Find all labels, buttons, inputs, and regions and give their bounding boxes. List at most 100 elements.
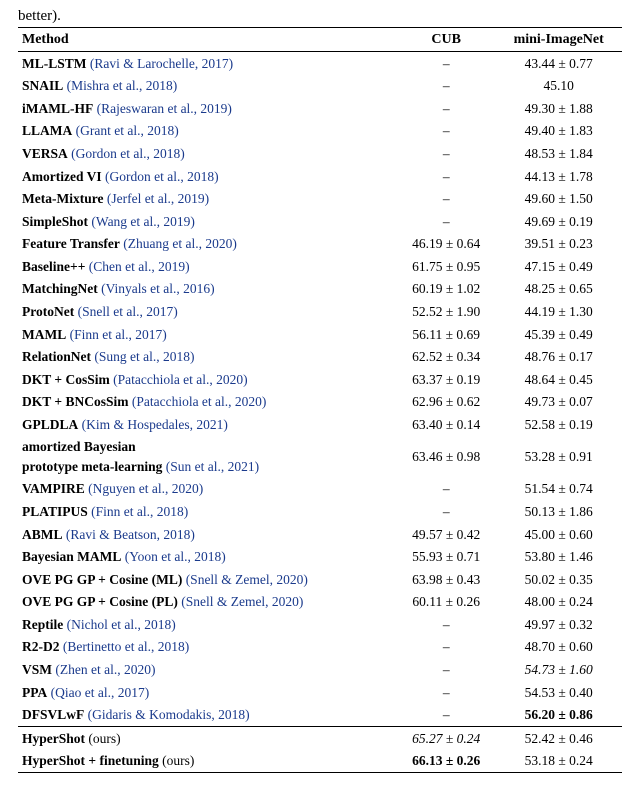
citation: (Ravi & Beatson, 2018) (66, 527, 195, 542)
method-cell: Amortized VI (Gordon et al., 2018) (18, 165, 397, 188)
citation: (Mishra et al., 2018) (67, 78, 178, 93)
citation: (Gordon et al., 2018) (71, 146, 185, 161)
table-row: Feature Transfer (Zhuang et al., 2020)46… (18, 233, 622, 256)
value-cell: 60.11 ± 0.26 (397, 591, 495, 614)
citation: (Gordon et al., 2018) (105, 169, 219, 184)
col-mini: mini-ImageNet (495, 28, 622, 52)
value-cell: 56.20 ± 0.86 (495, 704, 622, 727)
value-cell: 49.69 ± 0.19 (495, 210, 622, 233)
method-cell: RelationNet (Sung et al., 2018) (18, 346, 397, 369)
value-cell: – (397, 97, 495, 120)
col-method: Method (18, 28, 397, 52)
table-row: SNAIL (Mishra et al., 2018)–45.10 (18, 75, 622, 98)
value-cell: 62.96 ± 0.62 (397, 391, 495, 414)
table-row: LLAMA (Grant et al., 2018)–49.40 ± 1.83 (18, 120, 622, 143)
citation: (Rajeswaran et al., 2019) (97, 101, 232, 116)
value-cell: – (397, 188, 495, 211)
citation: (Finn et al., 2017) (70, 327, 167, 342)
value-cell: 48.25 ± 0.65 (495, 278, 622, 301)
value-cell: 44.19 ± 1.30 (495, 300, 622, 323)
table-row: OVE PG GP + Cosine (ML) (Snell & Zemel, … (18, 568, 622, 591)
results-table: Method CUB mini-ImageNet ML-LSTM (Ravi &… (18, 27, 622, 773)
method-cell: R2-D2 (Bertinetto et al., 2018) (18, 636, 397, 659)
citation: (Nguyen et al., 2020) (88, 481, 203, 496)
value-cell: – (397, 613, 495, 636)
method-cell: ABML (Ravi & Beatson, 2018) (18, 523, 397, 546)
value-cell: 48.64 ± 0.45 (495, 368, 622, 391)
col-cub: CUB (397, 28, 495, 52)
value-cell: 61.75 ± 0.95 (397, 255, 495, 278)
value-cell: 52.52 ± 1.90 (397, 300, 495, 323)
value-cell: 47.15 ± 0.49 (495, 255, 622, 278)
value-cell: 63.37 ± 0.19 (397, 368, 495, 391)
citation: (Wang et al., 2019) (91, 214, 195, 229)
value-cell: 66.13 ± 0.26 (397, 750, 495, 773)
table-row: SimpleShot (Wang et al., 2019)–49.69 ± 0… (18, 210, 622, 233)
value-cell: 49.73 ± 0.07 (495, 391, 622, 414)
table-row-ours: HyperShot (ours)65.27 ± 0.2452.42 ± 0.46 (18, 727, 622, 750)
citation: (Kim & Hospedales, 2021) (82, 417, 228, 432)
value-cell: – (397, 501, 495, 524)
table-row: PLATIPUS (Finn et al., 2018)–50.13 ± 1.8… (18, 501, 622, 524)
value-cell: 48.70 ± 0.60 (495, 636, 622, 659)
value-cell: – (397, 681, 495, 704)
method-cell: HyperShot + finetuning (ours) (18, 750, 397, 773)
citation: (Jerfel et al., 2019) (107, 191, 209, 206)
method-cell: Baseline++ (Chen et al., 2019) (18, 255, 397, 278)
method-cell: DKT + BNCosSim (Patacchiola et al., 2020… (18, 391, 397, 414)
value-cell: – (397, 704, 495, 727)
citation: (Snell & Zemel, 2020) (186, 572, 308, 587)
value-cell: 43.44 ± 0.77 (495, 52, 622, 75)
table-row-ours: HyperShot + finetuning (ours)66.13 ± 0.2… (18, 750, 622, 773)
value-cell: 49.40 ± 1.83 (495, 120, 622, 143)
method-cell: Bayesian MAML (Yoon et al., 2018) (18, 546, 397, 569)
citation: (Snell et al., 2017) (78, 304, 178, 319)
value-cell: – (397, 75, 495, 98)
method-cell: OVE PG GP + Cosine (ML) (Snell & Zemel, … (18, 568, 397, 591)
value-cell: 54.73 ± 1.60 (495, 658, 622, 681)
table-row: amortized Bayesianprototype meta-learnin… (18, 436, 622, 478)
value-cell: – (397, 210, 495, 233)
value-cell: 52.42 ± 0.46 (495, 727, 622, 750)
value-cell: 49.60 ± 1.50 (495, 188, 622, 211)
method-cell: SNAIL (Mishra et al., 2018) (18, 75, 397, 98)
table-row: Bayesian MAML (Yoon et al., 2018)55.93 ±… (18, 546, 622, 569)
table-row: DFSVLwF (Gidaris & Komodakis, 2018)–56.2… (18, 704, 622, 727)
table-row: ProtoNet (Snell et al., 2017)52.52 ± 1.9… (18, 300, 622, 323)
method-cell: ProtoNet (Snell et al., 2017) (18, 300, 397, 323)
value-cell: 39.51 ± 0.23 (495, 233, 622, 256)
table-row: Meta-Mixture (Jerfel et al., 2019)–49.60… (18, 188, 622, 211)
method-cell: PLATIPUS (Finn et al., 2018) (18, 501, 397, 524)
method-cell: VSM (Zhen et al., 2020) (18, 658, 397, 681)
value-cell: 63.40 ± 0.14 (397, 413, 495, 436)
value-cell: 45.39 ± 0.49 (495, 323, 622, 346)
table-row: OVE PG GP + Cosine (PL) (Snell & Zemel, … (18, 591, 622, 614)
value-cell: 53.80 ± 1.46 (495, 546, 622, 569)
value-cell: 44.13 ± 1.78 (495, 165, 622, 188)
citation: (Sung et al., 2018) (94, 349, 194, 364)
value-cell: 60.19 ± 1.02 (397, 278, 495, 301)
table-row: iMAML-HF (Rajeswaran et al., 2019)–49.30… (18, 97, 622, 120)
value-cell: – (397, 52, 495, 75)
method-cell: DFSVLwF (Gidaris & Komodakis, 2018) (18, 704, 397, 727)
table-row: Baseline++ (Chen et al., 2019)61.75 ± 0.… (18, 255, 622, 278)
method-cell: GPLDLA (Kim & Hospedales, 2021) (18, 413, 397, 436)
value-cell: 55.93 ± 0.71 (397, 546, 495, 569)
value-cell: 49.57 ± 0.42 (397, 523, 495, 546)
value-cell: 50.02 ± 0.35 (495, 568, 622, 591)
value-cell: – (397, 120, 495, 143)
value-cell: 53.18 ± 0.24 (495, 750, 622, 773)
citation: (Qiao et al., 2017) (51, 685, 150, 700)
table-row: VAMPIRE (Nguyen et al., 2020)–51.54 ± 0.… (18, 478, 622, 501)
method-cell: Meta-Mixture (Jerfel et al., 2019) (18, 188, 397, 211)
citation: (Snell & Zemel, 2020) (181, 594, 303, 609)
value-cell: – (397, 658, 495, 681)
value-cell: 63.46 ± 0.98 (397, 436, 495, 478)
table-row: MAML (Finn et al., 2017)56.11 ± 0.6945.3… (18, 323, 622, 346)
value-cell: 46.19 ± 0.64 (397, 233, 495, 256)
citation: (Gidaris & Komodakis, 2018) (88, 707, 250, 722)
citation: (Patacchiola et al., 2020) (113, 372, 248, 387)
citation: (Zhen et al., 2020) (55, 662, 155, 677)
table-row: RelationNet (Sung et al., 2018)62.52 ± 0… (18, 346, 622, 369)
value-cell: 51.54 ± 0.74 (495, 478, 622, 501)
